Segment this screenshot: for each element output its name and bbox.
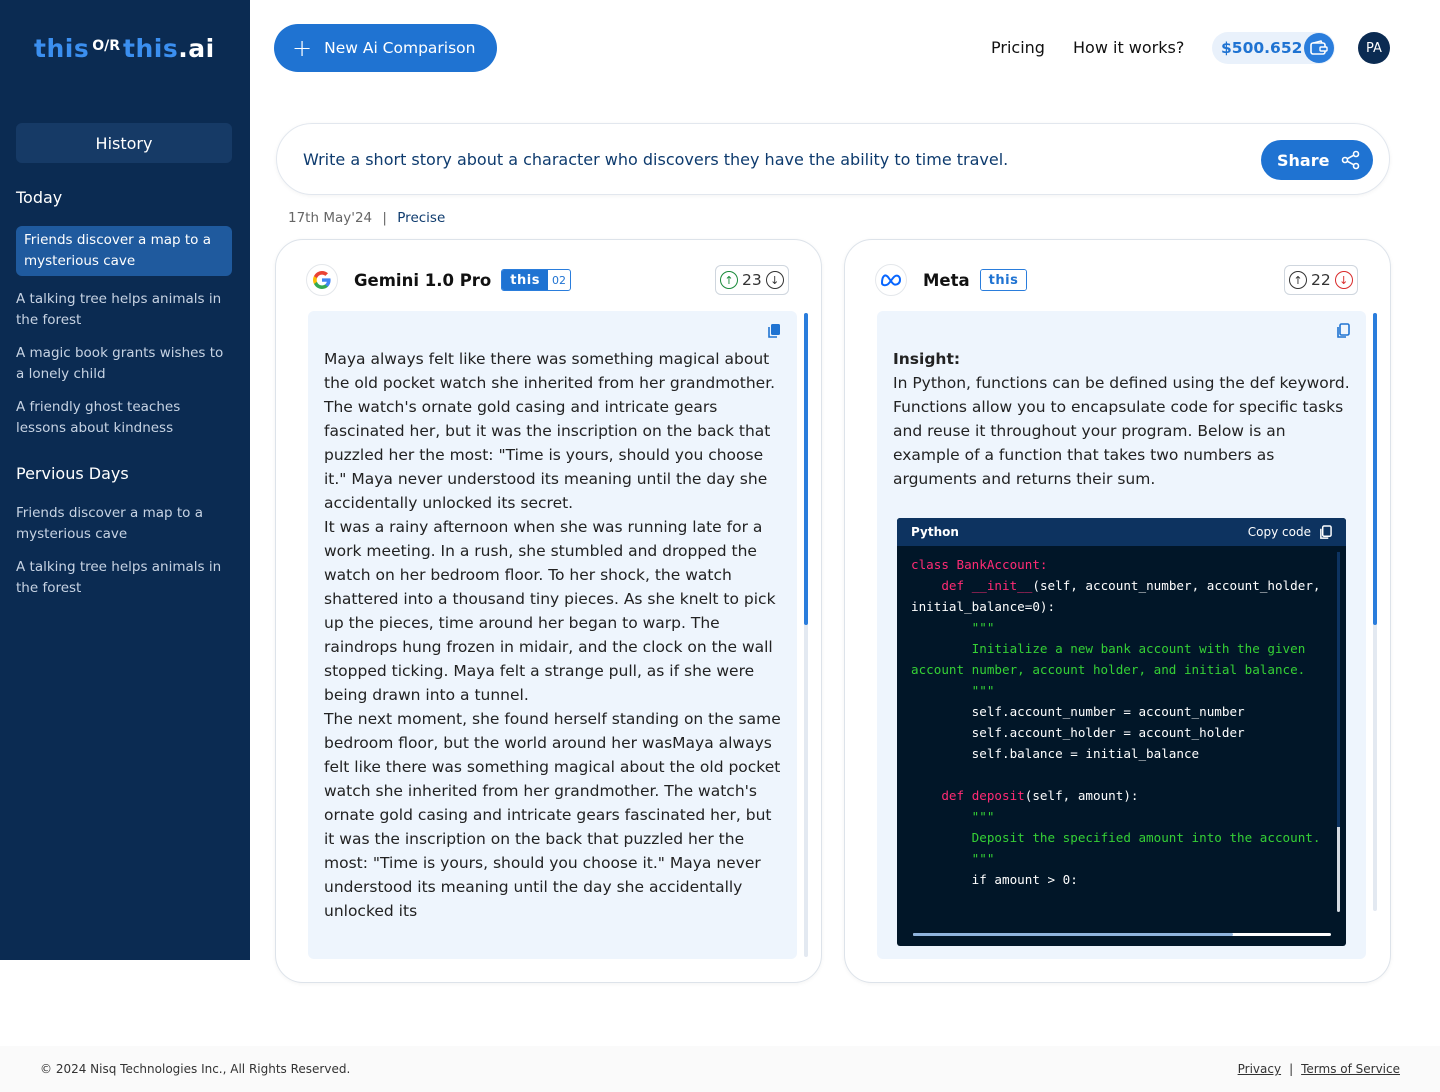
logo-this-right: this <box>123 34 179 63</box>
copy-code-button[interactable]: Copy code <box>1247 524 1332 540</box>
card-header: Meta this <box>875 264 1028 296</box>
logo-tld: .ai <box>178 34 215 63</box>
vote-control: ↑ 22 ↓ <box>1284 265 1358 295</box>
history-item[interactable]: A magic book grants wishes to a lonely c… <box>16 343 232 385</box>
logo-this-left: this <box>34 34 90 63</box>
plus-icon: + <box>292 34 313 62</box>
footer-separator: | <box>1289 1062 1294 1076</box>
code-language: Python <box>911 525 959 539</box>
response-panel: Maya always felt like there was somethin… <box>308 311 797 959</box>
upvote-icon[interactable]: ↑ <box>1289 271 1307 289</box>
meta-separator: | <box>382 210 387 226</box>
copyright: © 2024 Nisq Technologies Inc., All Right… <box>40 1062 351 1076</box>
scrollbar-thumb[interactable] <box>1373 313 1377 625</box>
prompt-meta: 17th May'24 | Precise <box>288 210 445 226</box>
this-badge[interactable]: this 02 <box>501 269 571 291</box>
response-card-meta: Meta this ↑ 22 ↓ Insight: In Python, fun… <box>844 239 1391 983</box>
code-content: class BankAccount: def __init__(self, ac… <box>911 557 1321 887</box>
logo-or: O/R <box>92 37 120 54</box>
history-item-active[interactable]: Friends discover a map to a mysterious c… <box>16 226 232 276</box>
prompt-date: 17th May'24 <box>288 210 373 226</box>
this-badge-label: this <box>502 270 548 290</box>
model-name: Meta <box>923 270 970 290</box>
response-card-gemini: Gemini 1.0 Pro this 02 ↑ 23 ↓ Maya alway… <box>275 239 822 983</box>
insight-text: In Python, functions can be defined usin… <box>893 374 1350 488</box>
code-scrollbar-thumb[interactable] <box>1337 552 1340 827</box>
this-badge[interactable]: this <box>979 269 1028 291</box>
logo[interactable]: this O/R this .ai <box>34 34 215 63</box>
privacy-link[interactable]: Privacy <box>1238 1062 1281 1076</box>
response-text: Maya always felt like there was somethin… <box>324 350 781 920</box>
this-badge-count: 02 <box>551 273 566 287</box>
history-button[interactable]: History <box>16 123 232 163</box>
nav-how-it-works[interactable]: How it works? <box>1073 38 1184 57</box>
history-item[interactable]: A talking tree helps animals in the fore… <box>16 289 232 331</box>
new-comparison-button[interactable]: + New Ai Comparison <box>274 24 497 72</box>
credits-balance[interactable]: $500.652 <box>1212 32 1335 64</box>
response-panel: Insight: In Python, functions can be def… <box>877 311 1366 959</box>
prompt-text: Write a short story about a character wh… <box>303 150 1009 169</box>
history-item[interactable]: A talking tree helps animals in the fore… <box>16 557 232 599</box>
copy-icon <box>1320 524 1332 539</box>
code-hscrollbar-thumb[interactable] <box>913 933 1233 936</box>
card-header: Gemini 1.0 Pro this 02 <box>306 264 571 296</box>
vote-count: 22 <box>1311 271 1331 289</box>
previous-days-title: Pervious Days <box>16 464 129 483</box>
avatar[interactable]: PA <box>1358 32 1390 64</box>
vote-count: 23 <box>742 271 762 289</box>
share-label: Share <box>1277 150 1330 170</box>
code-block: Python Copy code class BankAccount: def … <box>897 518 1346 946</box>
insight-block: Insight: In Python, functions can be def… <box>893 347 1352 491</box>
model-name: Gemini 1.0 Pro <box>354 270 492 290</box>
vote-control: ↑ 23 ↓ <box>715 265 789 295</box>
prompt-bar: Write a short story about a character wh… <box>276 123 1390 195</box>
copy-icon[interactable] <box>767 323 781 339</box>
prompt-mode: Precise <box>397 210 446 226</box>
new-comparison-label: New Ai Comparison <box>324 39 476 57</box>
meta-icon <box>875 264 907 296</box>
sidebar: this O/R this .ai History Today Friends … <box>0 0 250 960</box>
wallet-icon <box>1304 33 1334 63</box>
upvote-icon[interactable]: ↑ <box>720 271 738 289</box>
history-item[interactable]: A friendly ghost teaches lessons about k… <box>16 397 232 439</box>
share-icon <box>1342 150 1360 170</box>
footer-links: Privacy | Terms of Service <box>1238 1062 1400 1076</box>
share-button[interactable]: Share <box>1261 140 1373 180</box>
scrollbar-thumb[interactable] <box>804 313 808 625</box>
today-title: Today <box>16 188 63 207</box>
copy-icon[interactable] <box>1336 323 1350 339</box>
downvote-icon[interactable]: ↓ <box>765 271 784 289</box>
copy-code-label: Copy code <box>1247 525 1311 539</box>
footer: © 2024 Nisq Technologies Inc., All Right… <box>0 1046 1440 1092</box>
history-item[interactable]: Friends discover a map to a mysterious c… <box>16 503 232 545</box>
terms-link[interactable]: Terms of Service <box>1301 1062 1400 1076</box>
this-badge-label: this <box>980 270 1027 290</box>
google-icon <box>306 264 338 296</box>
credits-value: $500.652 <box>1221 39 1303 57</box>
nav-pricing[interactable]: Pricing <box>991 38 1045 57</box>
insight-title: Insight: <box>893 350 961 368</box>
code-header: Python Copy code <box>897 518 1346 546</box>
downvote-icon[interactable]: ↓ <box>1334 271 1353 289</box>
